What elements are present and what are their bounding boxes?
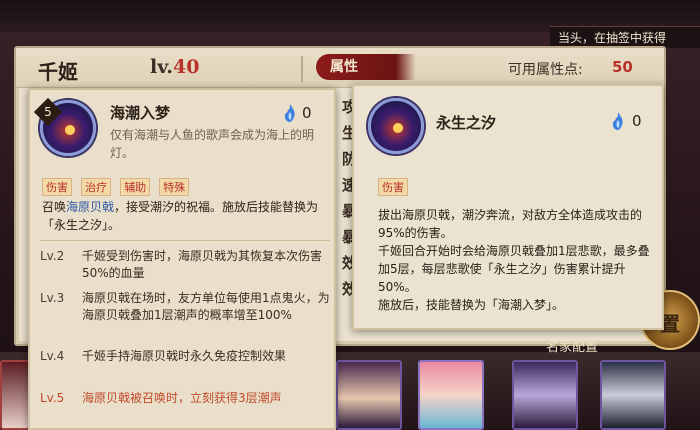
level-value: 40 [172, 56, 200, 78]
ticker-text: 当头，在抽签中获得 [550, 26, 700, 48]
header-divider [301, 56, 303, 82]
hero-name: 千姬 [38, 60, 78, 84]
shikigami-card[interactable] [600, 360, 666, 430]
level-text: 千姬受到伤害时，海原贝戟为其恢复本次伤害50%的血量 [82, 249, 323, 280]
desc-paragraph: 施放后，技能替换为「海潮入梦」。 [378, 298, 565, 312]
level-row: Lv.4 千姬手持海原贝戟时永久免疫控制效果 [40, 348, 330, 382]
skill-description: 拔出海原贝戟，潮汐奔流，对敌方全体造成攻击的95%的伤害。 千姬回合开始时会给海… [378, 206, 660, 314]
desc-paragraph: 拔出海原贝戟，潮汐奔流，对敌方全体造成攻击的95%的伤害。 [378, 208, 643, 240]
card-portrait [420, 362, 482, 428]
level-text: 海原贝戟在场时，友方单位每使用1点鬼火，为海原贝戟叠加1层潮声的概率增至100% [82, 291, 330, 322]
card-portrait [514, 362, 576, 428]
level-row-highlight: Lv.5 海原贝戟被召唤时，立刻获得3层潮声 [40, 390, 330, 424]
skill-tooltip-left: 5 海潮入梦 0 仅有海潮与人鱼的歌声会成为海上的明灯。 伤害 治疗 辅助 特殊… [28, 88, 336, 430]
skill-quote: 仅有海潮与人鱼的歌声会成为海上的明灯。 [110, 128, 315, 160]
tab-attributes[interactable]: 属性 [316, 54, 416, 80]
tag-damage: 伤害 [42, 178, 72, 196]
desc-paragraph: 千姬回合开始时会给海原贝戟叠加1层悲歌，最多叠加5层，每层悲歌使「永生之汐」伤害… [378, 244, 650, 294]
badge-number: 5 [44, 105, 52, 119]
skill-title: 永生之汐 [436, 114, 497, 132]
level-row: Lv.3 海原贝戟在场时，友方单位每使用1点鬼火，为海原贝戟叠加1层潮声的概率增… [40, 290, 330, 342]
tag-damage: 伤害 [378, 178, 408, 196]
tag-heal: 治疗 [81, 178, 112, 196]
famous-config-label[interactable]: 名家配置 [546, 336, 598, 355]
skill-level-badge: 5 [33, 97, 63, 127]
level-text: 千姬手持海原贝戟时永久免疫控制效果 [82, 349, 287, 363]
desc-text: 召唤 [42, 200, 67, 214]
skill-icon-eye [65, 125, 75, 135]
level-label: Lv.4 [40, 349, 65, 363]
onibi-icon [612, 112, 623, 130]
shikigami-card[interactable] [0, 360, 30, 430]
hero-level: lv.40 [150, 56, 199, 78]
level-prefix: lv. [150, 56, 173, 78]
level-text: 海原贝戟被召唤时，立刻获得3层潮声 [82, 391, 282, 405]
skill-icon-eye [393, 123, 403, 133]
skill-cost: 0 [302, 104, 312, 122]
points-value: 50 [612, 58, 633, 76]
skill-cost: 0 [632, 112, 642, 130]
panel-header: 千姬 lv.40 属性 可用属性点: 50 [16, 48, 664, 88]
shikigami-card[interactable] [418, 360, 484, 430]
card-portrait [338, 362, 400, 428]
card-portrait [602, 362, 664, 428]
skill-tags: 伤害 治疗 辅助 特殊 [42, 176, 193, 196]
tag-special: 特殊 [159, 178, 190, 196]
skill-title: 海潮入梦 [110, 104, 171, 122]
card-portrait [2, 362, 28, 428]
skill-description: 召唤海原贝戟，接受潮汐的祝福。施放后技能替换为「永生之汐」。 [42, 198, 328, 234]
shikigami-card[interactable] [336, 360, 402, 430]
points-label: 可用属性点: [508, 62, 583, 78]
skill-tooltip-right: 永生之汐 0 伤害 拔出海原贝戟，潮汐奔流，对敌方全体造成攻击的95%的伤害。 … [352, 84, 664, 330]
game-screen: 当头，在抽签中获得 千姬 lv.40 属性 可用属性点: 50 攻 生 防 速 … [0, 0, 700, 430]
level-label: Lv.3 [40, 291, 65, 305]
onibi-icon [284, 104, 295, 122]
shell-link[interactable]: 海原贝戟 [66, 200, 114, 214]
divider [40, 240, 330, 241]
level-label: Lv.2 [40, 249, 65, 263]
level-row: Lv.2 千姬受到伤害时，海原贝戟为其恢复本次伤害50%的血量 [40, 248, 330, 282]
tag-support: 辅助 [120, 178, 151, 196]
eternal-tide-skill-icon [368, 98, 424, 154]
shikigami-card[interactable] [512, 360, 578, 430]
level-label: Lv.5 [40, 391, 65, 405]
